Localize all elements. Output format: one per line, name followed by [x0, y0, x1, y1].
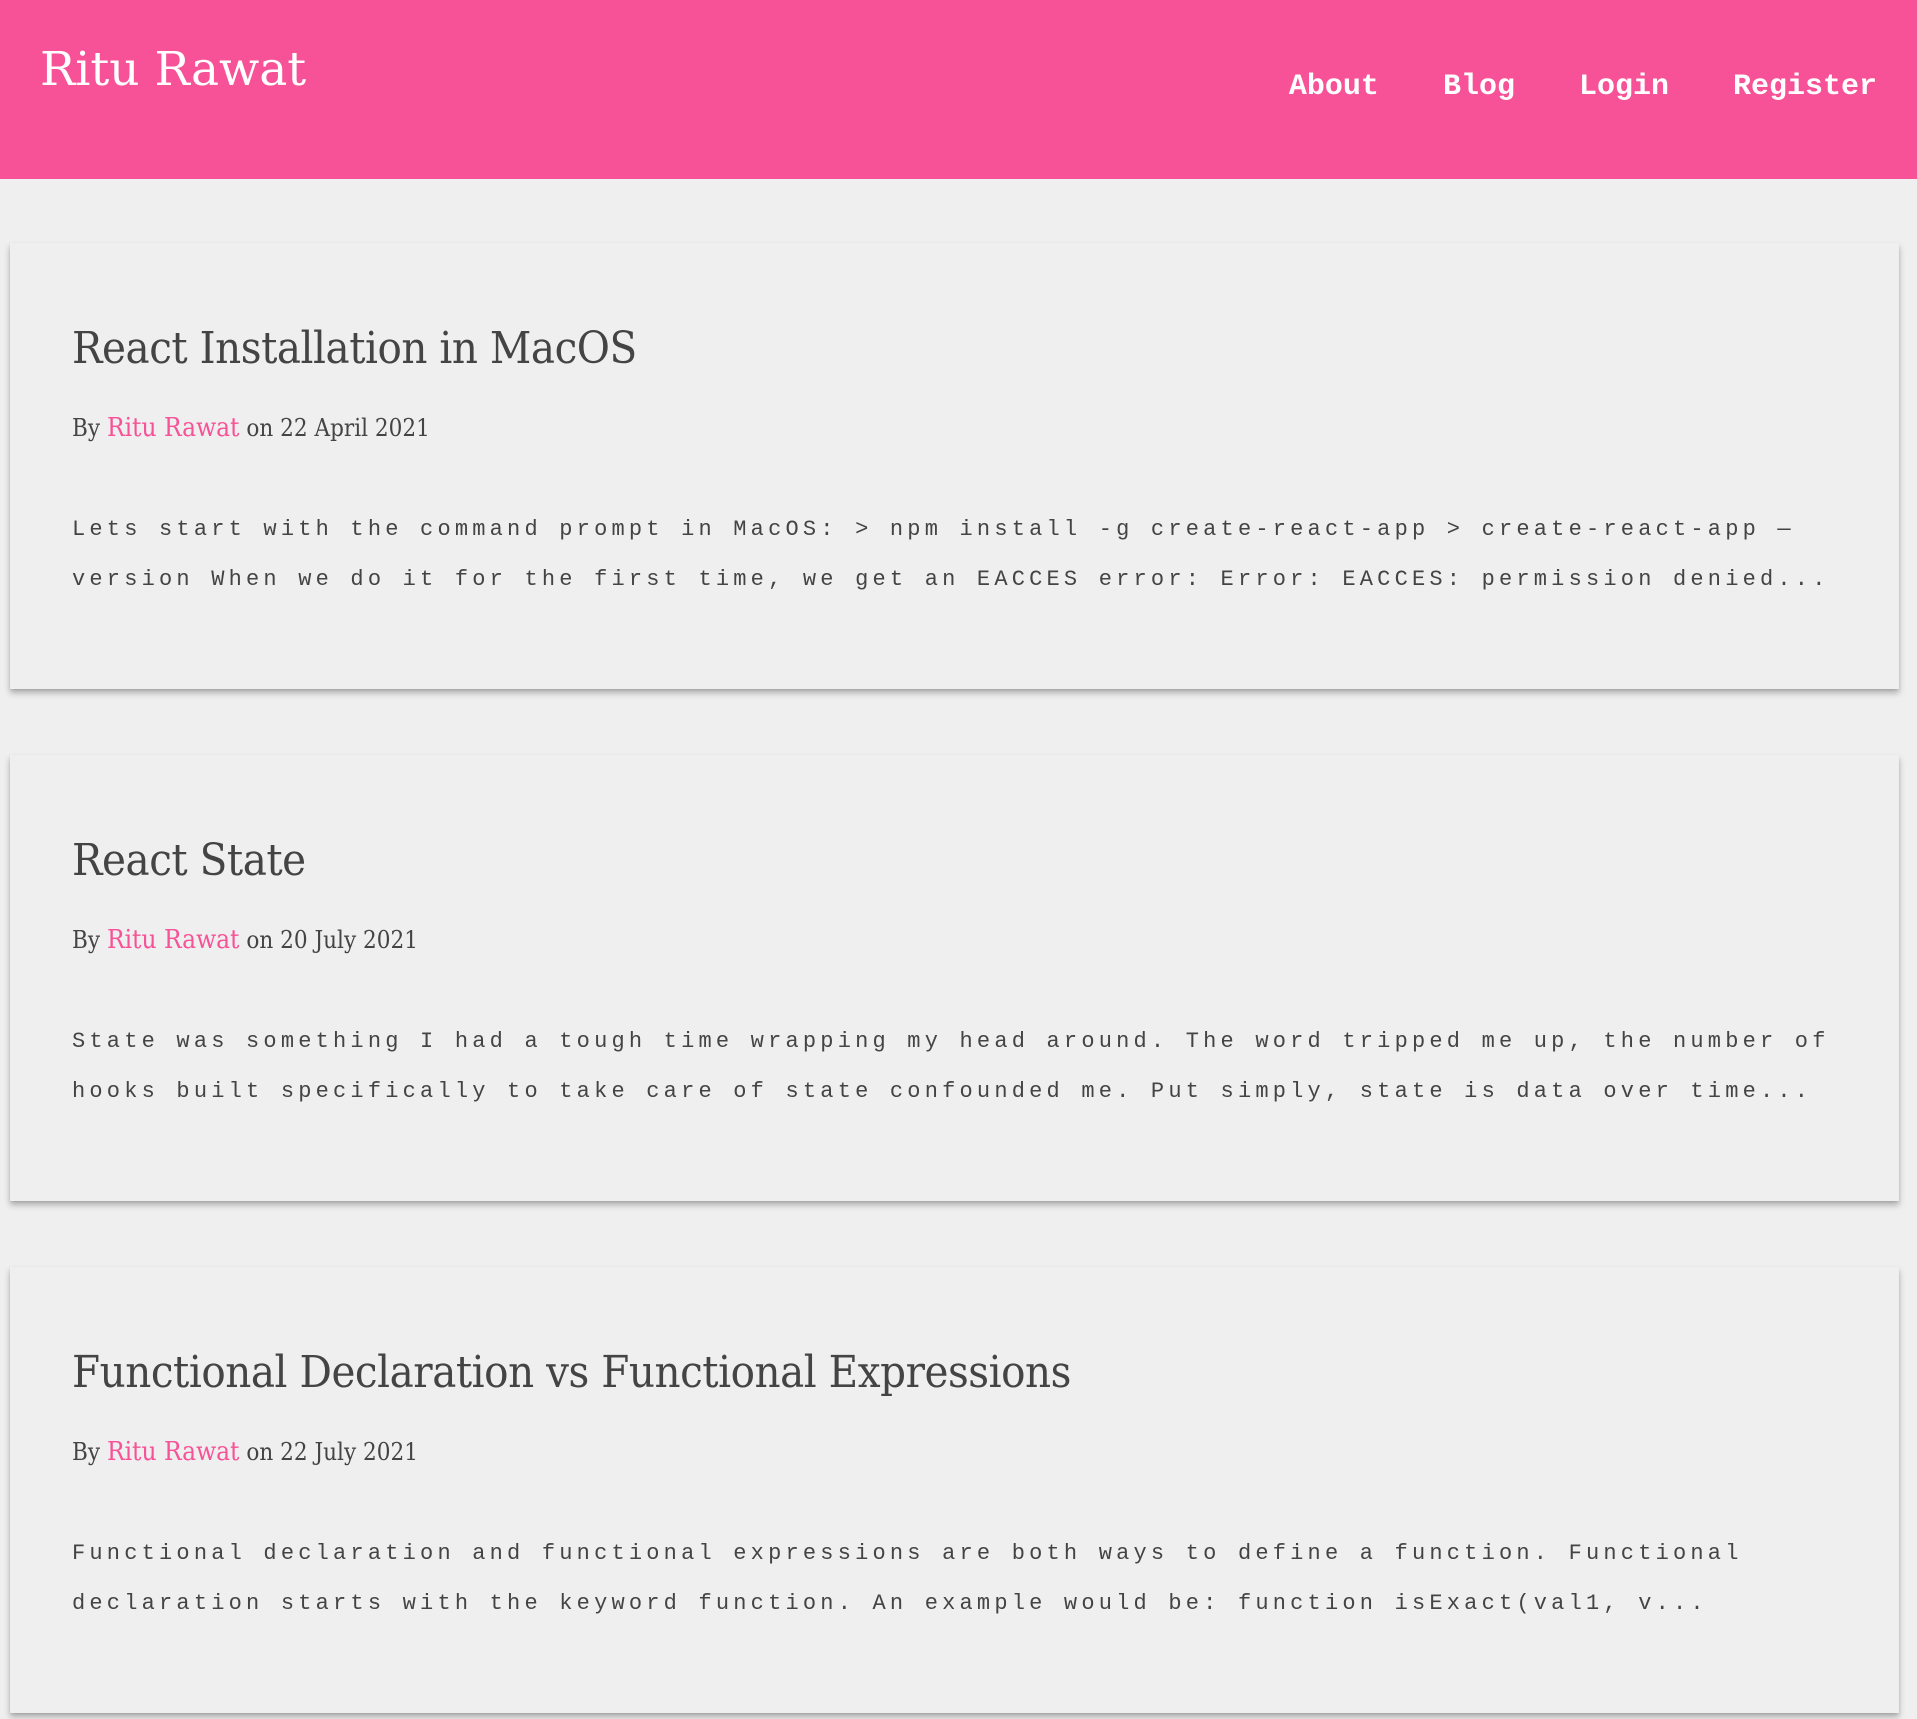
post-date: 22 July 2021: [280, 1438, 419, 1467]
by-label: By: [72, 1438, 101, 1467]
site-brand-link[interactable]: Ritu Rawat: [40, 42, 306, 97]
post-card: Functional Declaration vs Functional Exp…: [10, 1267, 1899, 1713]
post-card: React State By Ritu Rawat on 20 July 202…: [10, 755, 1899, 1201]
site-header: Ritu Rawat About Blog Login Register: [0, 0, 1917, 179]
post-byline: By Ritu Rawat on 22 July 2021: [72, 1437, 1661, 1467]
author-link[interactable]: Ritu Rawat: [107, 1437, 240, 1467]
by-label: By: [72, 926, 101, 955]
author-link[interactable]: Ritu Rawat: [107, 413, 240, 443]
post-byline: By Ritu Rawat on 20 July 2021: [72, 925, 1661, 955]
on-label: on: [246, 926, 274, 955]
post-byline: By Ritu Rawat on 22 April 2021: [72, 413, 1661, 443]
post-card: React Installation in MacOS By Ritu Rawa…: [10, 243, 1899, 689]
by-label: By: [72, 414, 101, 443]
author-link[interactable]: Ritu Rawat: [107, 925, 240, 955]
post-date: 22 April 2021: [280, 414, 430, 443]
main-nav: About Blog Login Register: [1289, 70, 1877, 104]
post-title[interactable]: React State: [72, 836, 1696, 885]
on-label: on: [246, 1438, 274, 1467]
on-label: on: [246, 414, 274, 443]
post-excerpt: Functional declaration and functional ex…: [72, 1541, 1743, 1617]
post-excerpt: State was something I had a tough time w…: [72, 1029, 1830, 1105]
post-excerpt: Lets start with the command prompt in Ma…: [72, 517, 1830, 593]
nav-register-link[interactable]: Register: [1733, 70, 1877, 104]
nav-about-link[interactable]: About: [1289, 70, 1379, 104]
nav-blog-link[interactable]: Blog: [1443, 70, 1515, 104]
post-date: 20 July 2021: [280, 926, 419, 955]
post-list: React Installation in MacOS By Ritu Rawa…: [0, 179, 1917, 1713]
post-title[interactable]: Functional Declaration vs Functional Exp…: [72, 1348, 1696, 1397]
nav-login-link[interactable]: Login: [1579, 70, 1669, 104]
post-title[interactable]: React Installation in MacOS: [72, 324, 1696, 373]
